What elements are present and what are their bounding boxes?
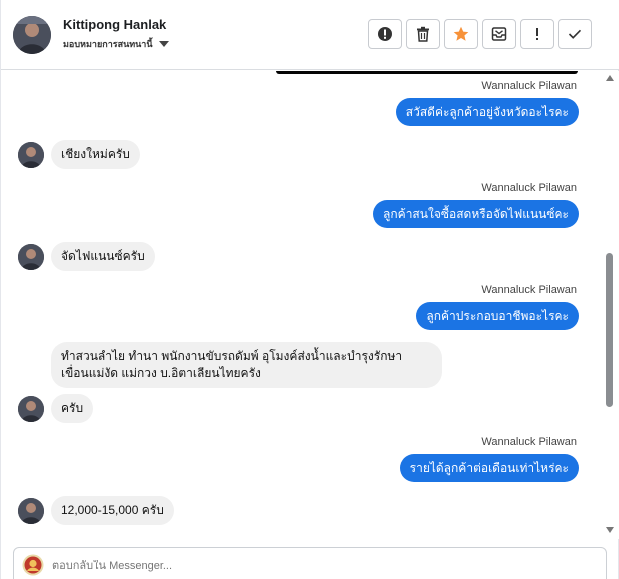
assign-conversation-label: มอบหมายการสนทนานี้	[63, 39, 153, 49]
mail-archive-icon	[491, 27, 507, 41]
contact-avatar[interactable]	[13, 16, 51, 54]
mark-spam-button[interactable]	[368, 19, 402, 49]
trash-icon	[417, 26, 429, 42]
conversation-toolbar	[368, 19, 592, 49]
star-button[interactable]	[444, 19, 478, 49]
outgoing-message[interactable]: รายได้ลูกค้าต่อเดือนเท่าไหร่คะ	[399, 454, 579, 482]
clipped-message-bubble	[276, 71, 578, 74]
contact-avatar-small	[18, 498, 44, 524]
reply-composer	[13, 547, 607, 579]
sender-name: Wannaluck Pilawan	[481, 80, 577, 92]
exclamation-icon	[536, 28, 538, 40]
messenger-conversation-window: Kittipong Hanlak มอบหมายการสนทนานี้ Wann…	[0, 0, 619, 579]
message-thread[interactable]: Wannaluck Pilawan สวัสดีค่ะลูกค้าอยู่จัง…	[1, 71, 619, 539]
scroll-down-arrow-icon[interactable]	[606, 527, 614, 533]
sender-name: Wannaluck Pilawan	[481, 182, 577, 194]
alert-circle-icon	[378, 27, 392, 41]
message-line: เขื่อนแม่งัด แม่กวง บ.อิตาเลียนไทยครัง	[61, 366, 261, 380]
contact-avatar-small	[18, 142, 44, 168]
star-icon	[453, 26, 469, 41]
contact-name: Kittipong Hanlak	[63, 17, 167, 32]
checkmark-icon	[568, 29, 582, 39]
sender-name: Wannaluck Pilawan	[481, 284, 577, 296]
incoming-message[interactable]: ครับ	[51, 394, 94, 423]
outgoing-message[interactable]: สวัสดีค่ะลูกค้าอยู่จังหวัดอะไรคะ	[395, 98, 579, 126]
contact-avatar-small	[18, 244, 44, 270]
messenger-icon[interactable]	[22, 554, 44, 576]
sender-name: Wannaluck Pilawan	[481, 436, 577, 448]
scroll-up-arrow-icon[interactable]	[606, 75, 614, 81]
scrollbar-thumb[interactable]	[606, 253, 613, 407]
outgoing-message[interactable]: ลูกค้าสนใจซื้อสดหรือจัดไฟแนนซ์คะ	[373, 200, 579, 228]
assign-conversation-dropdown[interactable]: มอบหมายการสนทนานี้	[63, 37, 169, 51]
delete-button[interactable]	[406, 19, 440, 49]
archive-button[interactable]	[482, 19, 516, 49]
message-line: ทำสวนลำไย ทำนา พนักงานขับรถดัมพ์ อุโมงค์…	[61, 349, 403, 363]
mark-done-button[interactable]	[558, 19, 592, 49]
chevron-down-icon	[158, 41, 169, 47]
incoming-message[interactable]: จัดไฟแนนซ์ครับ	[51, 242, 155, 271]
follow-up-button[interactable]	[520, 19, 554, 49]
reply-input[interactable]	[52, 560, 572, 572]
outgoing-message[interactable]: ลูกค้าประกอบอาชีพอะไรคะ	[416, 302, 579, 330]
incoming-message-multiline[interactable]: ทำสวนลำไย ทำนา พนักงานขับรถดัมพ์ อุโมงค์…	[51, 342, 442, 388]
conversation-header: Kittipong Hanlak มอบหมายการสนทนานี้	[1, 0, 619, 70]
incoming-message[interactable]: เชียงใหม่ครับ	[51, 140, 140, 169]
incoming-message[interactable]: 12,000-15,000 ครับ	[51, 496, 174, 525]
contact-avatar-small	[18, 396, 44, 422]
